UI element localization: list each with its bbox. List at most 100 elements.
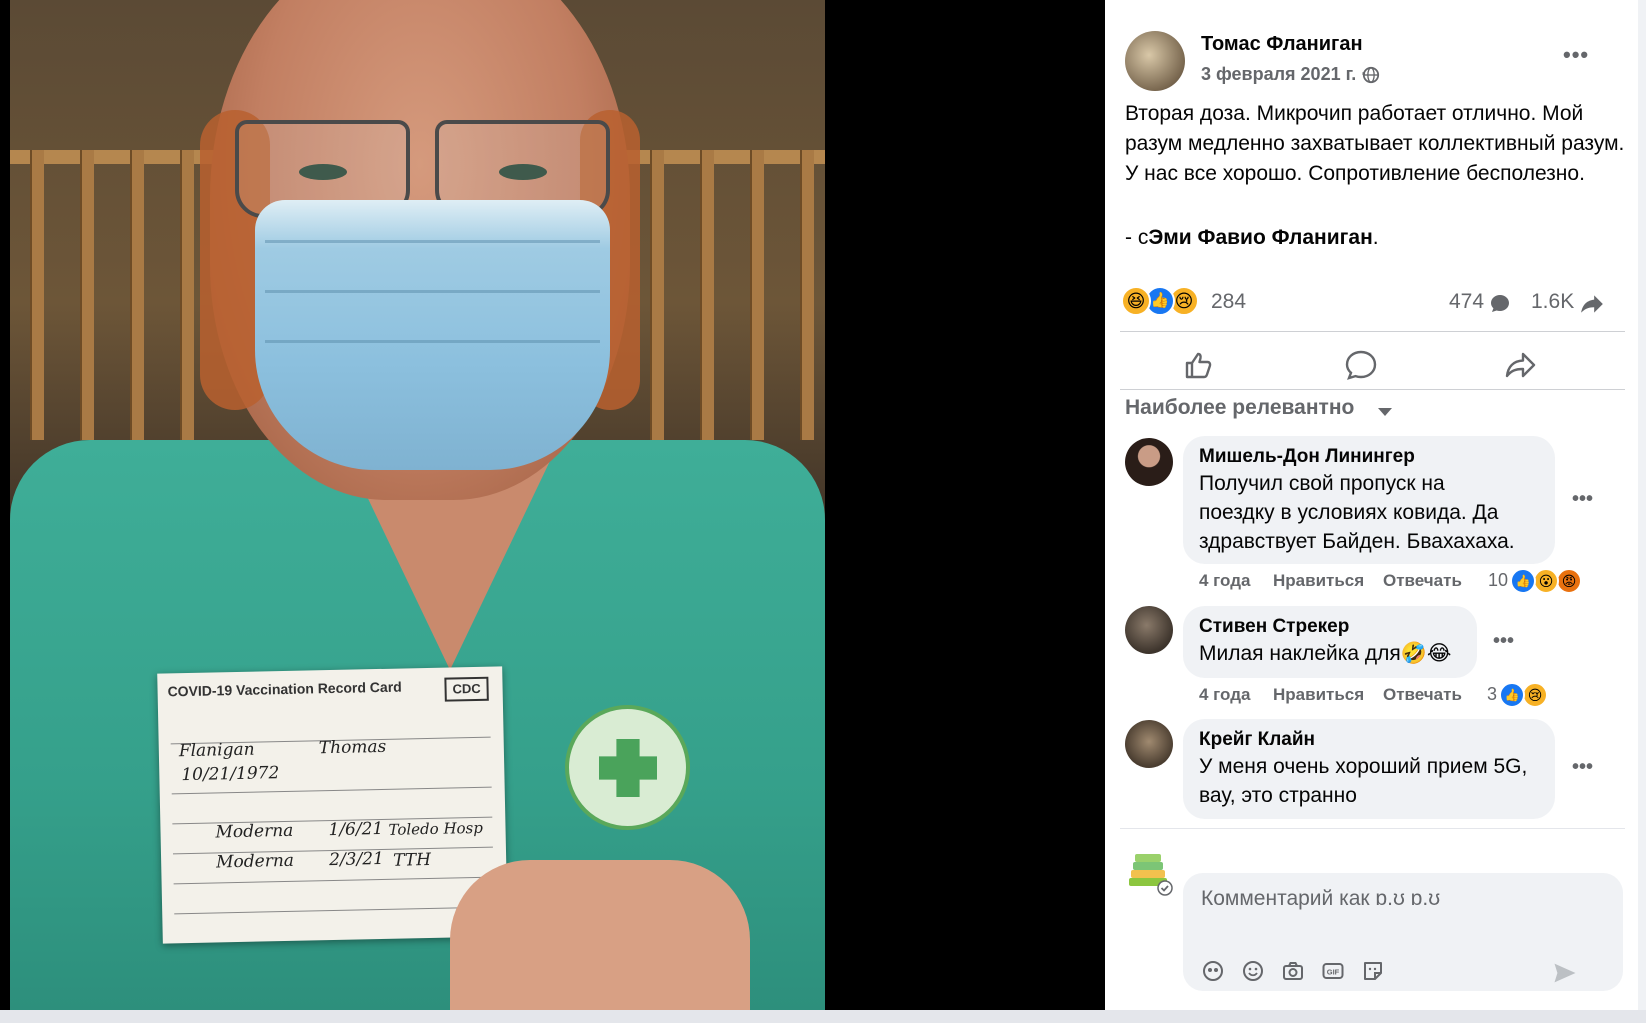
commenter-avatar[interactable] [1125,720,1173,768]
card-line [171,786,492,795]
wall-slat [700,150,714,440]
mask-pleat [265,340,600,343]
sad-reaction-icon: 😢 [1522,682,1548,708]
author-avatar[interactable] [1125,31,1185,91]
commenter-name[interactable]: Мишель-Дон Линингер [1199,445,1539,469]
comment-age[interactable]: 4 года [1199,571,1250,591]
cdc-logo: CDC [444,676,489,702]
comment-options-icon[interactable]: ••• [1493,630,1514,653]
comment-options-icon[interactable]: ••• [1572,756,1593,779]
mask-pleat [265,240,600,243]
comment-sort-dropdown[interactable]: Наиболее релевантно [1125,396,1354,420]
comment-bubble: Мишель-Дон Линингер Получил свой пропуск… [1183,436,1555,564]
comment-bubble: Крейг Клайн У меня очень хороший прием 5… [1183,719,1555,819]
like-reaction-icon: 👍 [1510,568,1536,594]
share-count-icon [1581,295,1603,313]
card-first-name: Thomas [318,736,387,759]
haha-reaction-icon: 😆 [1121,286,1151,316]
tagged-person-link[interactable]: Эми Фавио Фланиган [1148,226,1372,249]
post-photo: COVID-19 Vaccination Record Card CDC Fla… [10,0,825,1010]
comment-reaction-count[interactable]: 10 [1488,570,1508,591]
like-comment-button[interactable]: Нравиться [1273,571,1364,591]
like-comment-button[interactable]: Нравиться [1273,685,1364,705]
svg-text:GIF: GIF [1327,968,1340,977]
tagged-line: - сЭми Фавио Фланиган. [1125,226,1379,250]
vaccination-card: COVID-19 Vaccination Record Card CDC Fla… [157,666,508,944]
card-last-name: Flanigan [178,739,255,762]
divider [1120,331,1625,332]
comment-bubble: Стивен Стрекер Милая наклейка для🤣😂 [1183,606,1477,678]
comment-age[interactable]: 4 года [1199,685,1250,705]
comment-text-line: вау, это странно [1199,784,1357,807]
comment-input[interactable]: Комментарий как ɒ.ʊ ɒ.ʊ [1201,887,1440,911]
vaccine-sticker [565,705,690,830]
mask-pleat [265,290,600,293]
sticker-icon[interactable] [1361,959,1385,983]
share-icon[interactable] [1500,345,1540,385]
reaction-count[interactable]: 284 [1211,290,1246,314]
comment-icon[interactable] [1341,345,1381,385]
emoji-icon[interactable] [1241,959,1265,983]
camera-icon[interactable] [1281,959,1305,983]
wall-slat [750,150,764,440]
comment-text-line: здравствует Байден. Бвахахаха. [1199,530,1515,553]
photo-viewer[interactable]: COVID-19 Vaccination Record Card CDC Fla… [0,0,1105,1010]
facebook-photo-viewer: COVID-19 Vaccination Record Card CDC Fla… [0,0,1646,1023]
comment-options-icon[interactable]: ••• [1572,488,1593,511]
card-dose1-site: Toledo Hosp [388,818,484,839]
more-options-icon[interactable]: ••• [1563,42,1589,68]
divider [1120,828,1625,829]
comment-count[interactable]: 474 [1449,290,1484,314]
my-avatar[interactable] [1125,848,1175,898]
post-date[interactable]: 3 февраля 2021 г. · [1201,64,1367,85]
comment-text-line: Получил свой пропуск на [1199,472,1445,495]
post-panel: Томас Фланиган 3 февраля 2021 г. · ••• В… [1105,0,1638,1010]
reply-button[interactable]: Отвечать [1383,571,1462,591]
sticker-cross [599,739,657,797]
wall-slat [650,150,664,440]
commenter-avatar[interactable] [1125,438,1173,486]
eye [499,164,547,180]
divider [1120,389,1625,390]
tag-prefix: - с [1125,226,1149,249]
card-line [173,876,494,885]
card-dose1-date: 1/6/21 [328,818,384,841]
share-count[interactable]: 1.6K [1531,290,1574,314]
reply-button[interactable]: Отвечать [1383,685,1462,705]
hand [450,860,750,1010]
card-dose2-site: TTH [392,849,432,871]
gif-icon[interactable]: GIF [1321,959,1345,983]
card-dose2-date: 2/3/21 [328,848,385,871]
face-mask [255,200,610,470]
send-icon[interactable] [1551,959,1579,987]
wow-reaction-icon: 😮 [1533,568,1559,594]
globe-icon [1362,66,1380,84]
avatar-sticker-icon[interactable] [1201,959,1225,983]
comment-text-line: поездку в условиях ковида. Да [1199,501,1499,524]
card-dose2-product: Moderna [215,850,295,873]
commenter-avatar[interactable] [1125,606,1173,654]
commenter-name[interactable]: Крейг Клайн [1199,728,1539,752]
like-icon[interactable] [1180,345,1220,385]
scrollbar[interactable] [1638,0,1646,1010]
wall-slat [80,150,94,440]
window-bottom-edge [0,1010,1646,1023]
like-reaction-icon: 👍 [1499,682,1525,708]
caret-down-icon[interactable] [1378,408,1392,416]
comment-composer[interactable]: Комментарий как ɒ.ʊ ɒ.ʊ GIF [1183,873,1623,991]
card-dose1-product: Moderna [215,820,294,843]
card-dob: 10/21/1972 [181,763,280,786]
commenter-name[interactable]: Стивен Стрекер [1199,615,1461,639]
comment-text-line: У меня очень хороший прием 5G, [1199,755,1528,778]
angry-reaction-icon: 😡 [1556,568,1582,594]
comment-count-icon [1491,295,1509,312]
author-name[interactable]: Томас Фланиган [1201,33,1363,56]
comment-reaction-count[interactable]: 3 [1487,684,1497,705]
comment-text-line: Милая наклейка для🤣😂 [1199,642,1452,665]
tag-suffix: . [1372,226,1379,249]
avatar-icon [1129,854,1173,896]
wall-slat [130,150,144,440]
wall-slat [180,150,194,440]
wall-slat [800,150,814,440]
post-text: Вторая доза. Микрочип работает отлично. … [1125,102,1625,185]
